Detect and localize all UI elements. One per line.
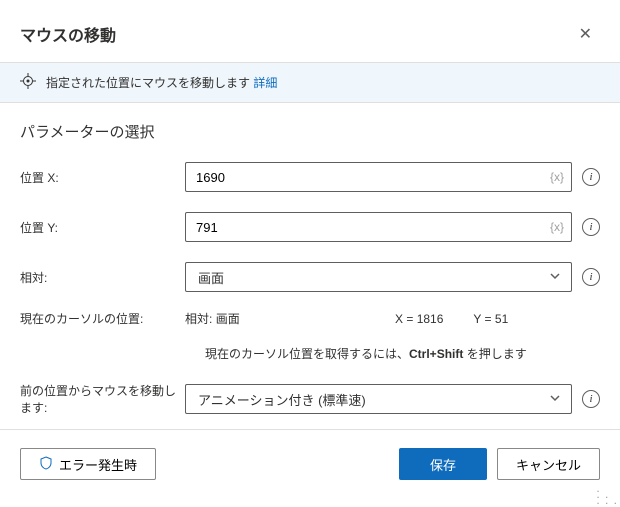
- label-position-x: 位置 X:: [20, 169, 185, 186]
- on-error-button[interactable]: エラー発生時: [20, 448, 156, 480]
- label-current-cursor: 現在のカーソルの位置:: [20, 310, 185, 327]
- select-animate-value: アニメーション付き (標準速): [198, 390, 366, 409]
- cursor-xy: X = 1816 Y = 51: [395, 312, 508, 326]
- input-position-y[interactable]: [185, 212, 572, 242]
- cursor-tip: 現在のカーソル位置を取得するには、Ctrl+Shift を押します: [185, 345, 620, 372]
- info-link[interactable]: 詳細: [253, 76, 277, 90]
- info-bar: 指定された位置にマウスを移動します 詳細: [0, 62, 620, 103]
- info-icon[interactable]: i: [582, 168, 600, 186]
- label-animate: 前の位置からマウスを移動します:: [20, 382, 185, 416]
- select-animate[interactable]: アニメーション付き (標準速): [185, 384, 572, 414]
- label-position-y: 位置 Y:: [20, 219, 185, 236]
- close-icon: ✕: [579, 26, 592, 43]
- select-relative-value: 画面: [198, 268, 224, 287]
- target-icon: [20, 73, 36, 92]
- info-icon[interactable]: i: [582, 268, 600, 286]
- select-relative[interactable]: 画面: [185, 262, 572, 292]
- info-icon[interactable]: i: [582, 218, 600, 236]
- dialog-title: マウスの移動: [20, 22, 116, 46]
- shield-icon: [39, 456, 53, 473]
- section-title: パラメーターの選択: [0, 103, 620, 152]
- input-position-x[interactable]: [185, 162, 572, 192]
- save-button[interactable]: 保存: [399, 448, 487, 480]
- close-button[interactable]: ✕: [571, 20, 600, 48]
- cancel-button[interactable]: キャンセル: [497, 448, 600, 480]
- chevron-down-icon: [549, 392, 561, 407]
- info-text: 指定された位置にマウスを移動します: [46, 76, 250, 90]
- label-relative: 相対:: [20, 269, 185, 286]
- chevron-down-icon: [549, 270, 561, 285]
- cursor-relative: 相対: 画面: [185, 310, 395, 327]
- info-icon[interactable]: i: [582, 390, 600, 408]
